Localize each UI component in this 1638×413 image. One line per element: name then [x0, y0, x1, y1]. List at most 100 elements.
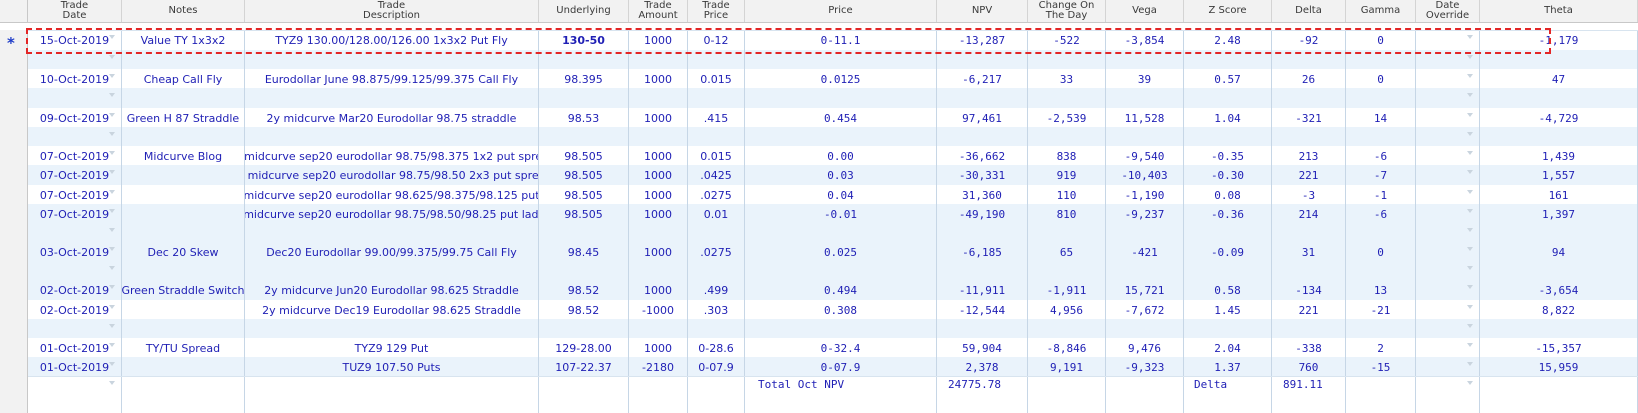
- row-header[interactable]: [0, 108, 28, 128]
- vega-cell[interactable]: 15,721: [1106, 280, 1184, 301]
- column-header-zscore[interactable]: Z Score: [1184, 0, 1272, 22]
- theta-cell[interactable]: -1,179: [1480, 30, 1638, 51]
- trade-description-cell[interactable]: 2y midcurve sep20 eurodollar 98.75/98.37…: [245, 146, 539, 166]
- gamma-cell[interactable]: [1346, 127, 1416, 147]
- change-cell[interactable]: 810: [1028, 204, 1106, 224]
- notes-cell[interactable]: Green Straddle Switch: [122, 280, 245, 301]
- change-cell[interactable]: 4,956: [1028, 300, 1106, 320]
- notes-cell[interactable]: [122, 127, 245, 147]
- trade-amount-cell[interactable]: [629, 376, 688, 413]
- table-row[interactable]: 07-Oct-2019 2y midcurve sep20 eurodollar …: [0, 204, 1638, 224]
- theta-cell[interactable]: [1480, 319, 1638, 339]
- trade-price-cell[interactable]: [688, 127, 745, 147]
- change-cell[interactable]: [1028, 319, 1106, 339]
- row-header[interactable]: [0, 50, 28, 70]
- theta-cell[interactable]: -3,654: [1480, 280, 1638, 301]
- table-row[interactable]: 10-Oct-2019 Cheap Call Fly Eurodollar June…: [0, 69, 1638, 89]
- npv-cell[interactable]: [937, 261, 1028, 281]
- change-cell[interactable]: 838: [1028, 146, 1106, 166]
- underlying-cell[interactable]: [539, 50, 629, 70]
- date-override-cell[interactable]: [1416, 50, 1480, 70]
- zscore-cell[interactable]: 0.58: [1184, 280, 1272, 301]
- empty-row[interactable]: [0, 88, 1638, 109]
- trade-price-cell[interactable]: .0425: [688, 165, 745, 186]
- trade-date-cell[interactable]: 07-Oct-2019: [28, 185, 122, 205]
- change-cell[interactable]: 33: [1028, 69, 1106, 89]
- dropdown-arrow-icon[interactable]: [1467, 190, 1473, 194]
- date-override-cell[interactable]: [1416, 223, 1480, 243]
- row-header[interactable]: [0, 357, 28, 377]
- date-override-cell[interactable]: [1416, 261, 1480, 281]
- npv-cell[interactable]: -6,217: [937, 69, 1028, 89]
- column-header-npv[interactable]: NPV: [937, 0, 1028, 22]
- price-cell[interactable]: [745, 261, 937, 281]
- change-cell[interactable]: [1028, 223, 1106, 243]
- npv-cell[interactable]: [937, 223, 1028, 243]
- table-row[interactable]: 07-Oct-2019 2y midcurve sep20 eurodollar …: [0, 185, 1638, 205]
- dropdown-arrow-icon[interactable]: [1467, 93, 1473, 97]
- row-header[interactable]: [0, 223, 28, 243]
- trade-description-cell[interactable]: 2y midcurve sep20 eurodollar 98.75/98.50…: [245, 165, 539, 186]
- zscore-cell[interactable]: [1184, 223, 1272, 243]
- theta-cell[interactable]: -4,729: [1480, 108, 1638, 128]
- theta-cell[interactable]: -15,357: [1480, 338, 1638, 358]
- row-header[interactable]: [0, 319, 28, 339]
- table-row[interactable]: 09-Oct-2019 Green H 87 Straddle 2y midcurv…: [0, 108, 1638, 128]
- vega-cell[interactable]: [1106, 88, 1184, 109]
- underlying-cell[interactable]: 129-28.00: [539, 338, 629, 358]
- trade-price-cell[interactable]: .499: [688, 280, 745, 301]
- dropdown-arrow-icon[interactable]: [1467, 324, 1473, 328]
- price-cell[interactable]: [745, 127, 937, 147]
- trade-date-cell[interactable]: 07-Oct-2019: [28, 204, 122, 224]
- date-override-cell[interactable]: [1416, 338, 1480, 358]
- price-cell[interactable]: 0.025: [745, 242, 937, 262]
- trade-price-cell[interactable]: [688, 319, 745, 339]
- change-cell[interactable]: 9,191: [1028, 357, 1106, 377]
- price-cell[interactable]: [745, 223, 937, 243]
- date-override-cell[interactable]: [1416, 280, 1480, 301]
- trade-date-cell[interactable]: [28, 376, 122, 413]
- trade-description-cell[interactable]: 2y midcurve Mar20 Eurodollar 98.75 strad…: [245, 108, 539, 128]
- trade-description-cell[interactable]: Dec20 Eurodollar 99.00/99.375/99.75 Call…: [245, 242, 539, 262]
- theta-cell[interactable]: 1,557: [1480, 165, 1638, 186]
- price-cell[interactable]: 0.0125: [745, 69, 937, 89]
- dropdown-arrow-icon[interactable]: [109, 74, 115, 78]
- delta-cell[interactable]: 760: [1272, 357, 1346, 377]
- delta-cell[interactable]: -338: [1272, 338, 1346, 358]
- change-cell[interactable]: -2,539: [1028, 108, 1106, 128]
- delta-cell[interactable]: [1272, 50, 1346, 70]
- trade-amount-cell[interactable]: 1000: [629, 30, 688, 51]
- notes-cell[interactable]: [122, 50, 245, 70]
- gamma-cell[interactable]: -6: [1346, 146, 1416, 166]
- npv-cell[interactable]: [937, 88, 1028, 109]
- column-header-notes[interactable]: Notes: [122, 0, 245, 22]
- notes-cell[interactable]: Value TY 1x3x2: [122, 30, 245, 51]
- dropdown-arrow-icon[interactable]: [1467, 381, 1473, 385]
- table-row[interactable]: 07-Oct-2019 2y midcurve sep20 eurodollar …: [0, 165, 1638, 186]
- price-cell[interactable]: 0.04: [745, 185, 937, 205]
- empty-row[interactable]: [0, 127, 1638, 147]
- vega-cell[interactable]: [1106, 261, 1184, 281]
- row-header[interactable]: [0, 204, 28, 224]
- theta-cell[interactable]: [1480, 88, 1638, 109]
- change-cell[interactable]: -8,846: [1028, 338, 1106, 358]
- theta-cell[interactable]: [1480, 223, 1638, 243]
- gamma-cell[interactable]: [1346, 376, 1416, 413]
- change-cell[interactable]: [1028, 261, 1106, 281]
- trade-date-cell[interactable]: 07-Oct-2019: [28, 146, 122, 166]
- zscore-cell[interactable]: 0.08: [1184, 185, 1272, 205]
- price-cell[interactable]: 0-07.9: [745, 357, 937, 377]
- column-header-override[interactable]: Date Override: [1416, 0, 1480, 22]
- change-cell[interactable]: -1,911: [1028, 280, 1106, 301]
- row-header[interactable]: [0, 165, 28, 186]
- dropdown-arrow-icon[interactable]: [109, 266, 115, 270]
- dropdown-arrow-icon[interactable]: [1467, 132, 1473, 136]
- zscore-cell[interactable]: 2.48: [1184, 30, 1272, 51]
- dropdown-arrow-icon[interactable]: [109, 228, 115, 232]
- dropdown-arrow-icon[interactable]: [109, 55, 115, 59]
- delta-cell[interactable]: 213: [1272, 146, 1346, 166]
- date-override-cell[interactable]: [1416, 108, 1480, 128]
- column-header-amount[interactable]: Trade Amount: [629, 0, 688, 22]
- gamma-cell[interactable]: [1346, 223, 1416, 243]
- notes-cell[interactable]: [122, 165, 245, 186]
